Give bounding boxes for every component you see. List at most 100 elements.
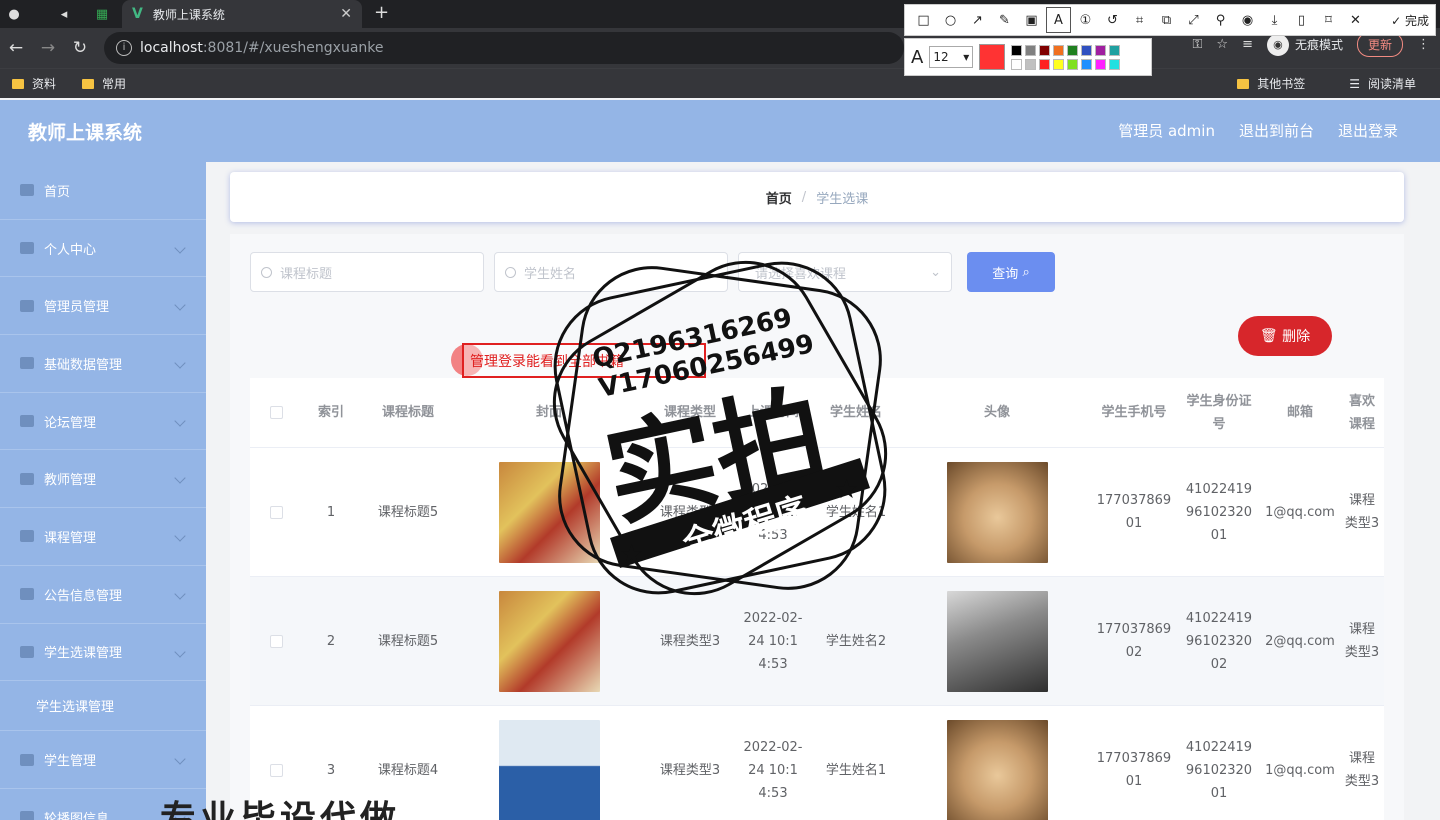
row-index: 1 xyxy=(326,504,336,520)
sidebar-item[interactable]: 首页 xyxy=(0,162,206,220)
back-icon[interactable]: ← xyxy=(0,38,32,58)
reading-list-icon[interactable]: ≡ xyxy=(1242,37,1253,52)
bookmark-folder[interactable]: 常用 xyxy=(82,75,126,92)
bookmark-icon[interactable]: ⌑ xyxy=(1316,7,1341,33)
sidebar-subitem-student-selection[interactable]: 学生选课管理 xyxy=(0,681,206,732)
color-swatch[interactable] xyxy=(1011,58,1023,70)
avatar[interactable] xyxy=(946,719,1048,820)
query-button[interactable]: 查询 ⌕ xyxy=(967,252,1055,292)
course-title-placeholder: 课程标题 xyxy=(280,266,333,282)
color-swatch[interactable] xyxy=(1109,58,1121,70)
column-header: 索引 xyxy=(317,405,344,420)
url-field[interactable]: i localhost:8081/#/xueshengxuanke xyxy=(104,32,904,64)
row-checkbox[interactable] xyxy=(250,577,302,705)
forward-icon[interactable]: → xyxy=(32,38,64,58)
copy-icon[interactable]: ⧉ xyxy=(1154,7,1179,33)
mute-icon[interactable]: ◂ xyxy=(50,0,78,28)
color-swatch[interactable] xyxy=(1053,58,1065,70)
color-swatch[interactable] xyxy=(1067,58,1079,70)
sidebar-item[interactable]: 基础数据管理 xyxy=(0,335,206,393)
menu-icon xyxy=(20,299,34,312)
sidebar-item[interactable]: 教师管理 xyxy=(0,450,206,509)
color-palette xyxy=(1011,44,1121,70)
arrow-tool-icon[interactable]: ↗ xyxy=(965,7,990,33)
logout-link[interactable]: 退出登录 xyxy=(1338,120,1398,141)
sidebar-item-label: 轮播图信息 xyxy=(44,811,110,820)
other-bookmarks[interactable]: 其他书签 xyxy=(1237,75,1305,92)
sheets-tab-icon[interactable]: ▦ xyxy=(88,0,116,28)
close-icon[interactable]: ✕ xyxy=(1343,7,1368,33)
undo-icon[interactable]: ↺ xyxy=(1100,7,1125,33)
browser-menu-icon[interactable]: ● xyxy=(0,0,28,28)
record-icon[interactable]: ◉ xyxy=(1235,7,1260,33)
key-icon[interactable]: ⚿ xyxy=(1193,37,1203,52)
reload-icon[interactable]: ↻ xyxy=(64,38,96,58)
menu-icon xyxy=(20,415,34,428)
color-swatch[interactable] xyxy=(1025,58,1037,70)
sidebar-item[interactable]: 公告信息管理 xyxy=(0,566,206,624)
avatar-cell xyxy=(904,448,1090,576)
row-checkbox[interactable] xyxy=(250,448,302,576)
more-menu-icon[interactable]: ⋮ xyxy=(1417,37,1430,52)
tab-close-icon[interactable]: ✕ xyxy=(340,6,352,22)
course-title-search-input[interactable]: 课程标题 xyxy=(250,252,484,292)
back-to-frontend-link[interactable]: 退出到前台 xyxy=(1239,120,1314,141)
mosaic-tool-icon[interactable]: ▣ xyxy=(1019,7,1044,33)
browser-tab-active[interactable]: V 教师上课系统 ✕ xyxy=(122,0,362,28)
sidebar-item[interactable]: 学生管理 xyxy=(0,731,206,789)
sidebar-item[interactable]: 学生选课管理 xyxy=(0,624,206,682)
color-swatch[interactable] xyxy=(1067,44,1079,56)
sidebar-item[interactable]: 课程管理 xyxy=(0,508,206,566)
table-row[interactable]: 3 课程标题4 课程类型3 2022-02-24 10:14:53 学生姓名1 17703… xyxy=(250,706,1384,820)
color-swatch[interactable] xyxy=(1081,44,1093,56)
cover-image[interactable] xyxy=(498,719,600,820)
color-swatch[interactable] xyxy=(1039,44,1051,56)
chevron-down-icon xyxy=(174,645,186,658)
sidebar-item[interactable]: 论坛管理 xyxy=(0,393,206,451)
done-button[interactable]: ✓ 完成 xyxy=(1391,12,1429,29)
column-header: 学生身份证号 xyxy=(1186,393,1252,432)
current-color-swatch[interactable] xyxy=(979,44,1006,70)
download-icon[interactable]: ⤓ xyxy=(1262,7,1287,33)
bookmark-label: 阅读清单 xyxy=(1367,77,1416,91)
annotation-style-panel: A 12 ▾ xyxy=(904,38,1152,76)
text-tool-icon[interactable]: A xyxy=(1046,7,1071,33)
reading-list[interactable]: ☰ 阅读清单 xyxy=(1349,75,1416,92)
sidebar-item[interactable]: 个人中心 xyxy=(0,220,206,278)
color-swatch[interactable] xyxy=(1081,58,1093,70)
folder-icon xyxy=(12,78,24,89)
new-tab-button[interactable]: + xyxy=(374,2,389,23)
menu-icon xyxy=(20,242,34,255)
color-swatch[interactable] xyxy=(1095,58,1107,70)
star-icon[interactable]: ☆ xyxy=(1216,37,1228,52)
phone-icon[interactable]: ▯ xyxy=(1289,7,1314,33)
menu-icon xyxy=(20,588,34,601)
rectangle-tool-icon[interactable]: □ xyxy=(911,7,936,33)
course-type: 课程类型3 xyxy=(659,762,721,778)
crop-icon[interactable]: ⌗ xyxy=(1127,7,1152,33)
font-size-select[interactable]: 12 ▾ xyxy=(929,46,974,68)
pin-icon[interactable]: ⚲ xyxy=(1208,7,1233,33)
color-swatch[interactable] xyxy=(1025,44,1037,56)
resize-icon[interactable]: ⤢ xyxy=(1181,7,1206,33)
delete-button[interactable]: 🗑 删除 xyxy=(1238,316,1332,356)
color-swatch[interactable] xyxy=(1053,44,1065,56)
color-swatch[interactable] xyxy=(1109,44,1121,56)
breadcrumb-separator: / xyxy=(801,189,807,205)
url-host: localhost xyxy=(140,40,203,56)
ellipse-tool-icon[interactable]: ○ xyxy=(938,7,963,33)
sidebar-item[interactable]: 管理员管理 xyxy=(0,277,206,336)
avatar[interactable] xyxy=(946,461,1048,563)
color-swatch[interactable] xyxy=(1011,44,1023,56)
number-tool-icon[interactable]: ① xyxy=(1073,7,1098,33)
select-all-checkbox[interactable] xyxy=(250,378,302,447)
color-swatch[interactable] xyxy=(1095,44,1107,56)
pen-tool-icon[interactable]: ✎ xyxy=(992,7,1017,33)
breadcrumb-home[interactable]: 首页 xyxy=(766,188,792,207)
site-info-icon[interactable]: i xyxy=(116,40,132,56)
bookmark-folder[interactable]: 资料 xyxy=(12,75,56,92)
color-swatch[interactable] xyxy=(1039,58,1051,70)
avatar[interactable] xyxy=(946,590,1048,692)
incognito-indicator[interactable]: ◉ 无痕模式 xyxy=(1266,33,1343,56)
column-header: 邮箱 xyxy=(1286,405,1313,420)
